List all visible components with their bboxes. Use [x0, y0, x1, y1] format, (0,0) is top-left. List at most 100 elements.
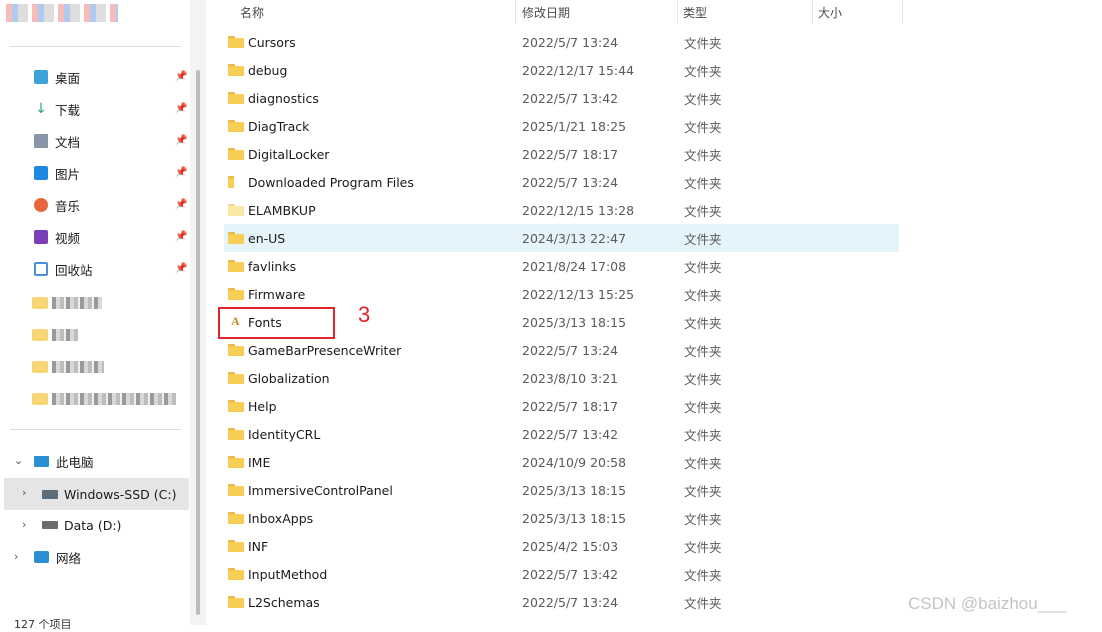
table-row[interactable]: ELAMBKUP 2022/12/15 13:28 文件夹 [224, 196, 899, 224]
table-row[interactable]: Downloaded Program Files 2022/5/7 13:24 文件… [224, 168, 899, 196]
type-cell: 文件夹 [684, 315, 722, 331]
file-name: GameBarPresenceWriter [248, 342, 402, 358]
pin-icon[interactable]: 📌 [175, 103, 187, 114]
nav-item-pictures[interactable]: 图片 [34, 161, 184, 185]
modified-date-cell: 2022/12/17 15:44 [522, 62, 635, 78]
modified-date-cell: 2025/3/13 18:15 [522, 510, 627, 526]
modified-date-cell: 2024/10/9 20:58 [522, 454, 627, 470]
table-row[interactable]: L2Schemas 2022/5/7 13:24 文件夹 [224, 588, 899, 616]
blurred-label [52, 360, 104, 373]
type-cell: 文件夹 [684, 343, 722, 359]
file-name: INF [248, 538, 269, 554]
modified-date-cell: 2023/8/10 3:21 [522, 370, 619, 386]
network-icon [34, 551, 49, 563]
column-header-modified[interactable]: 修改日期 [522, 0, 570, 24]
table-row[interactable]: favlinks 2021/8/24 17:08 文件夹 [224, 252, 899, 280]
nav-scrollbar-thumb[interactable] [196, 70, 200, 615]
nav-item-documents[interactable]: 文档 [34, 129, 184, 153]
pin-icon[interactable]: 📌 [175, 263, 187, 274]
file-name: favlinks [248, 258, 297, 274]
nav-item-desktop[interactable]: 桌面 [34, 65, 184, 89]
pin-icon[interactable]: 📌 [175, 167, 187, 178]
nav-label: 下载 [55, 102, 81, 118]
folder-icon [228, 456, 244, 468]
nav-item-downloads[interactable]: ↓ 下载 [34, 97, 184, 121]
table-row[interactable]: Globalization 2023/8/10 3:21 文件夹 [224, 364, 899, 392]
column-header-name[interactable]: 名称 [240, 0, 264, 24]
download-icon: ↓ [35, 101, 47, 117]
table-row[interactable]: DigitalLocker 2022/5/7 18:17 文件夹 [224, 140, 899, 168]
table-row[interactable]: Help 2022/5/7 18:17 文件夹 [224, 392, 899, 420]
drive-d-icon [42, 521, 58, 529]
chevron-right-icon[interactable]: › [14, 550, 18, 563]
column-separator[interactable] [812, 0, 813, 24]
file-name: Globalization [248, 370, 330, 386]
file-name: ELAMBKUP [248, 202, 316, 218]
column-header-type[interactable]: 类型 [683, 0, 707, 24]
column-separator[interactable] [677, 0, 678, 24]
name-cell: diagnostics [228, 84, 319, 112]
nav-item-drive-d[interactable]: Data (D:) [42, 512, 121, 538]
modified-date-cell: 2021/8/24 17:08 [522, 258, 627, 274]
nav-divider [10, 46, 181, 47]
folder-icon [228, 232, 244, 244]
nav-item-music[interactable]: 音乐 [34, 193, 184, 217]
column-header-size[interactable]: 大小 [818, 0, 842, 24]
nav-label: 网络 [56, 550, 82, 566]
pin-icon[interactable]: 📌 [175, 231, 187, 242]
blurred-label [52, 328, 78, 341]
table-row[interactable]: Firmware 2022/12/13 15:25 文件夹 [224, 280, 899, 308]
column-separator[interactable] [902, 0, 903, 24]
table-row[interactable]: DiagTrack 2025/1/21 18:25 文件夹 [224, 112, 899, 140]
table-row[interactable]: IME 2024/10/9 20:58 文件夹 [224, 448, 899, 476]
nav-label: 回收站 [55, 262, 93, 278]
name-cell: debug [228, 56, 287, 84]
chevron-right-icon[interactable]: › [22, 486, 26, 499]
table-row[interactable]: diagnostics 2022/5/7 13:42 文件夹 [224, 84, 899, 112]
file-name: IdentityCRL [248, 426, 321, 442]
folder-icon [228, 344, 244, 356]
modified-date-cell: 2022/5/7 13:24 [522, 174, 619, 190]
nav-item-network[interactable]: 网络 [34, 544, 81, 570]
modified-date-cell: 2025/1/21 18:25 [522, 118, 627, 134]
nav-item-drive-c[interactable]: Windows-SSD (C:) [42, 481, 176, 507]
table-row[interactable]: ImmersiveControlPanel 2025/3/13 18:15 文件夹 [224, 476, 899, 504]
name-cell: IME [228, 448, 270, 476]
pin-icon[interactable]: 📌 [175, 135, 187, 146]
modified-date-cell: 2024/3/13 22:47 [522, 230, 627, 246]
table-row[interactable]: Cursors 2022/5/7 13:24 文件夹 [224, 28, 899, 56]
file-name: InputMethod [248, 566, 328, 582]
nav-label: 文档 [55, 134, 81, 150]
table-row[interactable]: GameBarPresenceWriter 2022/5/7 13:24 文件夹 [224, 336, 899, 364]
table-row[interactable]: InputMethod 2022/5/7 13:42 文件夹 [224, 560, 899, 588]
table-row[interactable]: debug 2022/12/17 15:44 文件夹 [224, 56, 899, 84]
blurred-folder-item[interactable] [32, 326, 78, 341]
desktop-icon [34, 70, 48, 84]
nav-item-this-pc[interactable]: 此电脑 [34, 448, 94, 474]
chevron-down-icon[interactable]: ⌄ [14, 454, 23, 467]
blurred-folder-item[interactable] [32, 390, 176, 405]
table-row[interactable]: InboxApps 2025/3/13 18:15 文件夹 [224, 504, 899, 532]
nav-item-recycle-bin[interactable]: 回收站 [34, 257, 184, 281]
type-cell: 文件夹 [684, 455, 722, 471]
video-icon [34, 230, 48, 244]
chevron-right-icon[interactable]: › [22, 518, 26, 531]
table-row[interactable]: INF 2025/4/2 15:03 文件夹 [224, 532, 899, 560]
pin-icon[interactable]: 📌 [175, 199, 187, 210]
name-cell: IdentityCRL [228, 420, 320, 448]
name-cell: L2Schemas [228, 588, 320, 616]
blurred-folder-item[interactable] [32, 358, 104, 373]
table-row[interactable]: IdentityCRL 2022/5/7 13:42 文件夹 [224, 420, 899, 448]
column-separator[interactable] [515, 0, 516, 24]
column-label: 名称 [240, 5, 265, 20]
sort-ascending-icon: ⌃ [370, 0, 378, 5]
pin-icon[interactable]: 📌 [175, 71, 187, 82]
name-cell: GameBarPresenceWriter [228, 336, 401, 364]
type-cell: 文件夹 [684, 371, 722, 387]
nav-item-videos[interactable]: 视频 [34, 225, 184, 249]
file-name: Help [248, 398, 277, 414]
table-row[interactable]: en-US 2024/3/13 22:47 文件夹 [224, 224, 899, 252]
modified-date-cell: 2022/5/7 18:17 [522, 146, 619, 162]
folder-icon [32, 328, 48, 341]
blurred-folder-item[interactable] [32, 294, 102, 309]
